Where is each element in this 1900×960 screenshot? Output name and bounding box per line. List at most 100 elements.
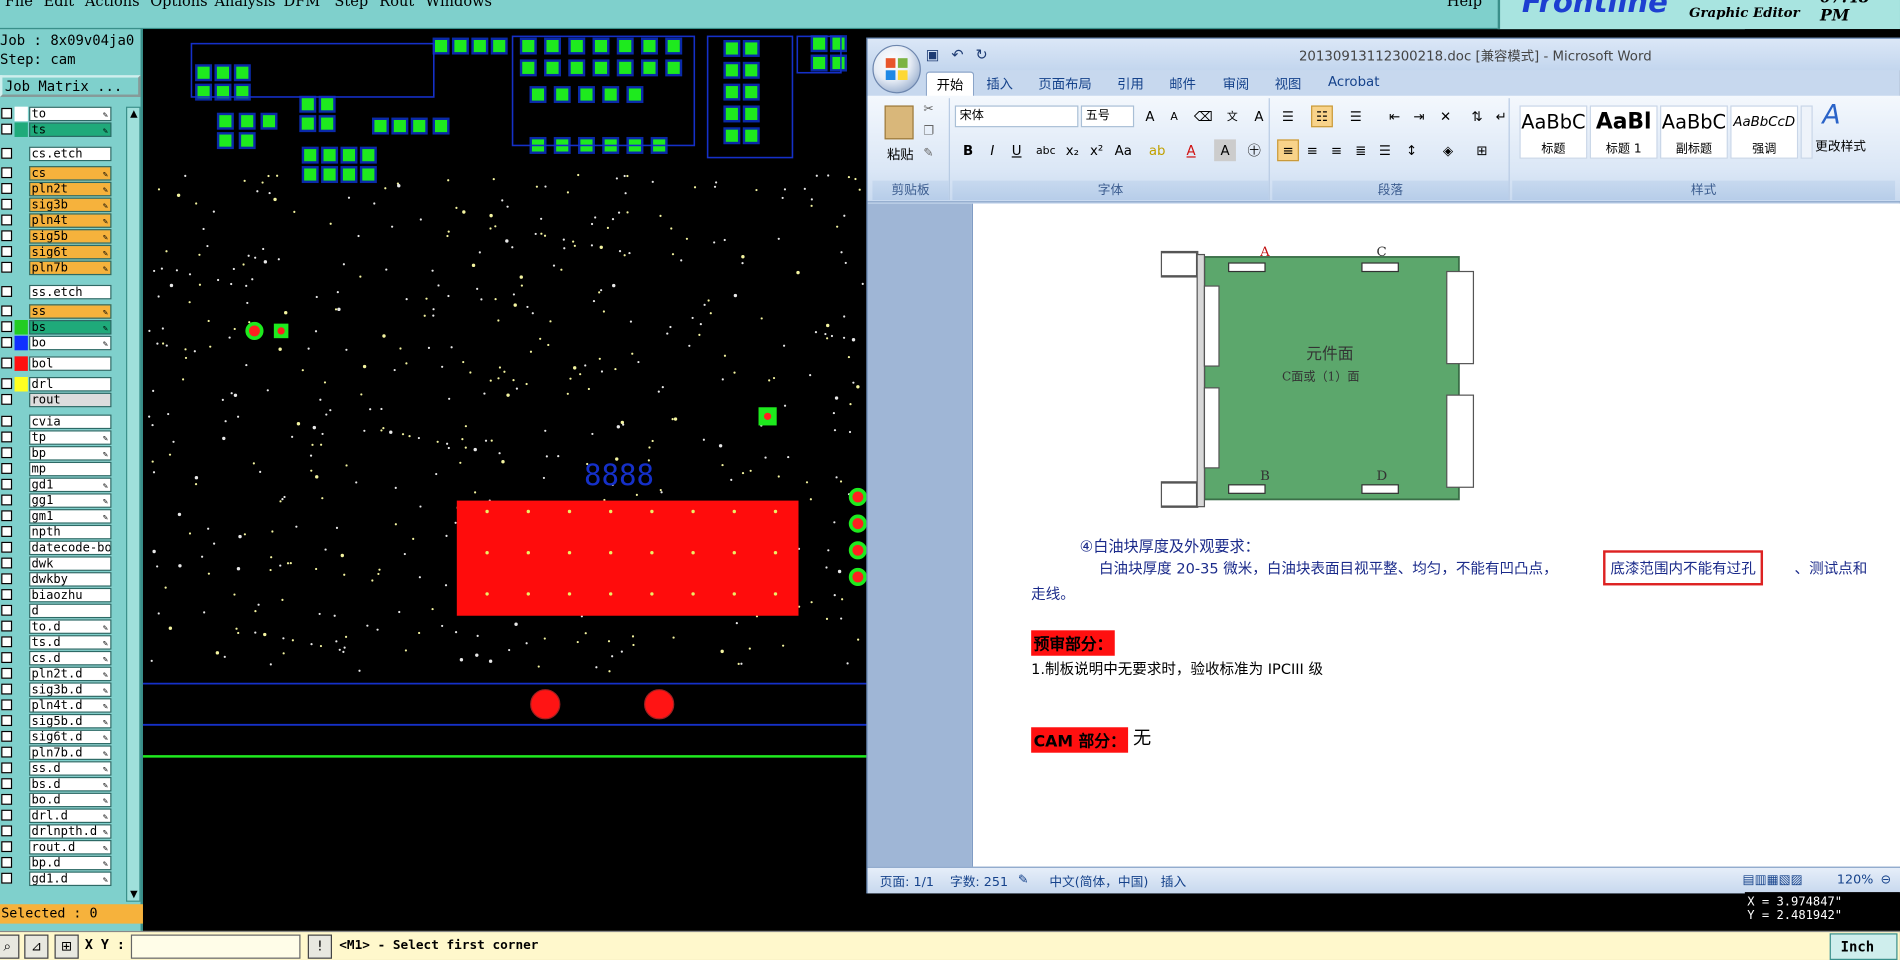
layer-row[interactable]: pln4t.d ✎ [0, 698, 114, 713]
layer-row[interactable]: sig3b ✎ [0, 197, 114, 213]
align-left-icon[interactable]: ≡ [1277, 139, 1299, 162]
layer-name[interactable]: sig6t ✎ [29, 244, 112, 260]
layer-color-swatch[interactable] [15, 635, 28, 650]
layer-row[interactable]: gd1 ✎ [0, 477, 114, 493]
layer-checkbox[interactable] [1, 123, 13, 135]
layer-checkbox[interactable] [1, 510, 13, 522]
layer-name[interactable]: to.d ✎ [29, 619, 112, 634]
layer-checkbox[interactable] [1, 841, 13, 853]
menu-rout[interactable]: Rout [379, 0, 414, 10]
layer-color-swatch[interactable] [15, 651, 28, 666]
layer-checkbox[interactable] [1, 246, 13, 257]
layer-checkbox[interactable] [1, 286, 13, 297]
menu-help[interactable]: Help [1447, 0, 1482, 10]
layer-checkbox[interactable] [1, 198, 13, 210]
font-size-select[interactable]: 五号 [1080, 105, 1135, 128]
layer-color-swatch[interactable] [15, 556, 28, 571]
menu-options[interactable]: Options [150, 0, 207, 10]
tab-insert[interactable]: 插入 [986, 74, 1013, 93]
layer-color-swatch[interactable] [15, 213, 28, 228]
layer-row[interactable]: sig5b.d ✎ [0, 713, 114, 729]
layer-row[interactable]: drlnpth.d ✎ [0, 824, 114, 839]
layer-row[interactable]: cs.etch [0, 146, 114, 162]
highlight-icon[interactable]: ab [1146, 139, 1168, 161]
strikethrough-icon[interactable]: abc [1035, 139, 1057, 161]
layer-row[interactable]: bp.d ✎ [0, 855, 114, 871]
layer-name[interactable]: datecode-bo [29, 540, 112, 556]
layer-row[interactable]: cs ✎ [0, 166, 114, 181]
layer-row[interactable]: bol [0, 356, 114, 371]
clear-format-icon[interactable]: ⌫ [1192, 105, 1214, 127]
layer-color-swatch[interactable] [15, 493, 28, 508]
tab-references[interactable]: 引用 [1117, 74, 1144, 93]
layer-name[interactable]: sig5b.d ✎ [29, 713, 112, 729]
layer-row[interactable]: gd1.d ✎ [0, 871, 114, 887]
layer-color-swatch[interactable] [14, 335, 28, 351]
layer-color-swatch[interactable] [15, 478, 28, 493]
layer-name[interactable]: to ✎ [29, 106, 112, 122]
layer-color-swatch[interactable] [14, 122, 28, 137]
layer-color-swatch[interactable] [14, 356, 28, 371]
layer-color-swatch[interactable] [15, 761, 28, 776]
justify-icon[interactable]: ≣ [1350, 139, 1372, 161]
layer-row[interactable]: dwk [0, 556, 114, 571]
layer-color-swatch[interactable] [15, 182, 28, 197]
document-page[interactable]: A C B D 元件面 C面或（1）面 ④白油块厚度及外观要求： 白油块厚度 2… [971, 203, 1900, 867]
menu-dfm[interactable]: DFM [284, 0, 321, 10]
layer-color-swatch[interactable] [15, 730, 28, 745]
layer-color-swatch[interactable] [14, 376, 28, 392]
save-icon[interactable]: ▣ [926, 46, 940, 63]
layer-color-swatch[interactable] [15, 509, 28, 524]
change-case-icon[interactable]: Aa [1112, 139, 1134, 161]
sort-icon[interactable]: ⇅ [1466, 105, 1488, 127]
layer-name[interactable]: sig6t.d ✎ [29, 729, 112, 745]
layer-color-swatch[interactable] [15, 714, 28, 729]
layer-checkbox[interactable] [1, 378, 13, 390]
layer-row[interactable]: rout.d ✎ [0, 839, 114, 855]
menu-windows[interactable]: Windows [425, 0, 492, 10]
layer-name[interactable]: ts.d ✎ [29, 635, 112, 650]
layer-color-swatch[interactable] [15, 166, 28, 181]
layer-row[interactable]: pln4t ✎ [0, 213, 114, 228]
layer-checkbox[interactable] [1, 715, 13, 727]
layer-row[interactable]: bs.d ✎ [0, 776, 114, 792]
layer-name[interactable]: ss.etch [29, 284, 112, 300]
xy-input[interactable] [130, 934, 301, 959]
borders-icon[interactable]: ⊞ [1471, 139, 1493, 161]
layer-color-swatch[interactable] [15, 415, 28, 430]
layer-color-swatch[interactable] [15, 698, 28, 713]
language-indicator[interactable]: 中文(简体，中国) [1049, 873, 1148, 891]
layer-color-swatch[interactable] [15, 393, 28, 408]
change-styles-button[interactable]: 更改样式 [1815, 137, 1866, 155]
layer-name[interactable]: bs ✎ [29, 319, 112, 335]
pcb-graphic-canvas[interactable]: 8888 [142, 29, 871, 934]
layer-name[interactable]: gg1 ✎ [29, 493, 112, 508]
italic-icon[interactable]: I [981, 139, 1003, 161]
layer-name[interactable]: tp ✎ [29, 430, 112, 445]
layer-checkbox[interactable] [1, 636, 13, 648]
style-subtitle[interactable]: AaBbC 副标题 [1660, 105, 1728, 159]
layer-checkbox[interactable] [1, 825, 13, 837]
layer-row[interactable]: d [0, 603, 114, 619]
layer-checkbox[interactable] [1, 778, 13, 790]
tab-page-layout[interactable]: 页面布局 [1038, 74, 1091, 93]
layer-name[interactable]: cs ✎ [29, 166, 112, 181]
layer-row[interactable]: ts.d ✎ [0, 635, 114, 650]
layer-row[interactable]: ss ✎ [0, 304, 114, 319]
layer-name[interactable]: bs.d ✎ [29, 776, 112, 792]
layer-name[interactable]: pln4t.d ✎ [29, 698, 112, 713]
layer-checkbox[interactable] [1, 699, 13, 711]
layer-row[interactable]: gm1 ✎ [0, 509, 114, 524]
font-color-icon[interactable]: A [1180, 139, 1202, 161]
bold-icon[interactable]: B [957, 139, 979, 161]
layer-name[interactable]: pln2t ✎ [29, 181, 112, 197]
layer-color-swatch[interactable] [15, 856, 28, 871]
layer-name[interactable]: sig3b.d ✎ [29, 682, 112, 697]
layer-checkbox[interactable] [1, 321, 13, 333]
copy-icon[interactable]: ❐ [923, 125, 934, 138]
layer-color-swatch[interactable] [15, 147, 28, 162]
numbering-icon[interactable]: ☷ [1311, 105, 1333, 128]
layer-checkbox[interactable] [1, 526, 13, 537]
layer-color-swatch[interactable] [15, 840, 28, 855]
layer-name[interactable]: bp ✎ [29, 446, 112, 461]
